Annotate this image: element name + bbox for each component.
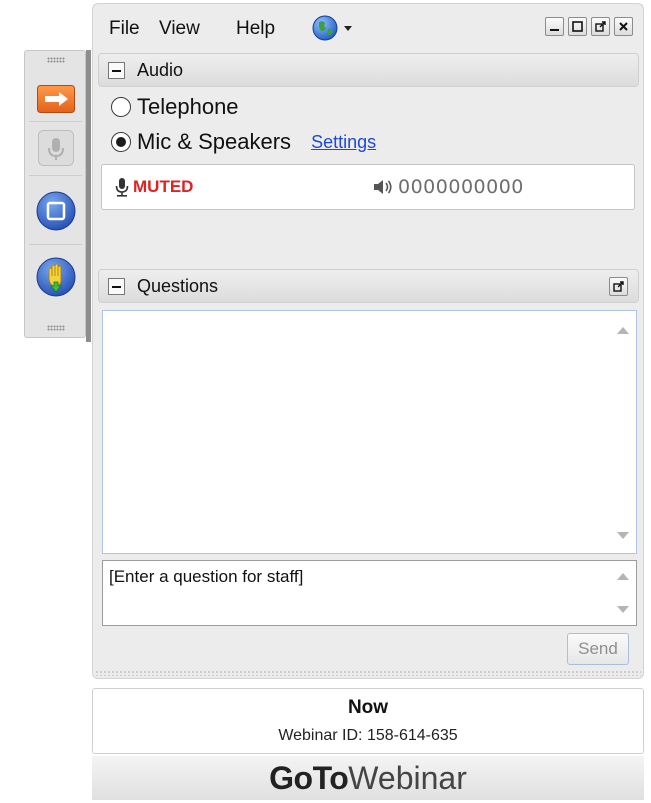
questions-popout-button[interactable] [609, 277, 628, 296]
mute-status[interactable]: MUTED [114, 177, 193, 197]
menu-view[interactable]: View [159, 18, 200, 40]
minimize-button[interactable] [545, 17, 564, 36]
close-icon [619, 22, 628, 31]
show-hide-arrow-icon [37, 85, 75, 113]
telephone-label: Telephone [137, 94, 239, 119]
globe-icon [312, 15, 352, 41]
menu-bar: File View Help [93, 4, 643, 52]
questions-collapse-button[interactable] [108, 278, 125, 295]
questions-section-title: Questions [137, 276, 219, 296]
maximize-button[interactable] [568, 17, 587, 36]
scroll-down-icon[interactable] [617, 606, 629, 613]
scroll-up-icon[interactable] [617, 327, 629, 334]
restore-icon [595, 21, 606, 32]
audio-section-header: Audio [98, 53, 639, 87]
mic-speakers-radio[interactable] [111, 132, 131, 152]
questions-section-header: Questions [98, 269, 639, 303]
brand-logo: GoTo Webinar [92, 756, 644, 800]
muted-label: MUTED [133, 177, 194, 196]
menu-help[interactable]: Help [236, 18, 275, 40]
microphone-muted-icon [115, 178, 129, 197]
webinar-id: Webinar ID: 158-614-635 [278, 727, 458, 744]
telephone-radio[interactable] [111, 97, 131, 117]
mic-speakers-option[interactable]: Mic & Speakers Settings [111, 129, 376, 155]
microphone-icon [38, 130, 74, 166]
control-panel [24, 50, 86, 338]
detach-button[interactable] [591, 17, 610, 36]
send-button[interactable]: Send [567, 633, 629, 665]
screen-icon [36, 191, 76, 231]
drag-grip-bottom[interactable] [47, 325, 65, 331]
raise-hand-icon [36, 257, 76, 297]
divider [29, 175, 82, 176]
brand-logo-bold: GoTo [269, 759, 349, 796]
questions-log[interactable] [102, 310, 637, 554]
brand-logo-light: Webinar [348, 759, 467, 796]
raise-hand-button[interactable] [35, 256, 77, 298]
scroll-up-icon[interactable] [617, 573, 629, 580]
speaker-level-meter: 0000000000 [372, 176, 524, 198]
language-menu[interactable] [311, 14, 359, 42]
show-hide-panel-button[interactable] [35, 78, 77, 120]
minus-icon [112, 285, 121, 288]
webinar-title: Now [347, 697, 389, 718]
speaker-icon [374, 180, 392, 194]
show-screen-button[interactable] [35, 190, 77, 232]
question-input[interactable]: [Enter a question for staff] [102, 560, 637, 626]
audio-status-box: MUTED 0000000000 [101, 164, 635, 210]
audio-section-title: Audio [137, 60, 184, 80]
audio-settings-link[interactable]: Settings [311, 132, 376, 153]
drag-grip-top[interactable] [47, 57, 65, 63]
divider [29, 244, 82, 245]
radio-selected-dot [116, 137, 126, 147]
audio-collapse-button[interactable] [108, 62, 125, 79]
minus-icon [112, 69, 121, 72]
mic-speakers-label: Mic & Speakers [137, 129, 292, 154]
maximize-icon [572, 21, 583, 32]
divider [29, 121, 82, 122]
webinar-info-box: Now Webinar ID: 158-614-635 [92, 688, 644, 754]
minimize-icon [550, 29, 559, 31]
control-panel-window: File View Help Audio Telephone Mic & Spe… [92, 3, 644, 679]
microphone-button[interactable] [35, 127, 77, 169]
speaker-level-digits: 0000000000 [398, 176, 524, 198]
question-input-placeholder: [Enter a question for staff] [109, 567, 304, 586]
telephone-option[interactable]: Telephone [111, 94, 239, 120]
scroll-down-icon[interactable] [617, 532, 629, 539]
popout-icon [613, 281, 624, 292]
resize-grip[interactable] [95, 670, 641, 676]
menu-file[interactable]: File [109, 18, 140, 40]
control-panel-edge [86, 50, 91, 342]
close-button[interactable] [614, 17, 633, 36]
